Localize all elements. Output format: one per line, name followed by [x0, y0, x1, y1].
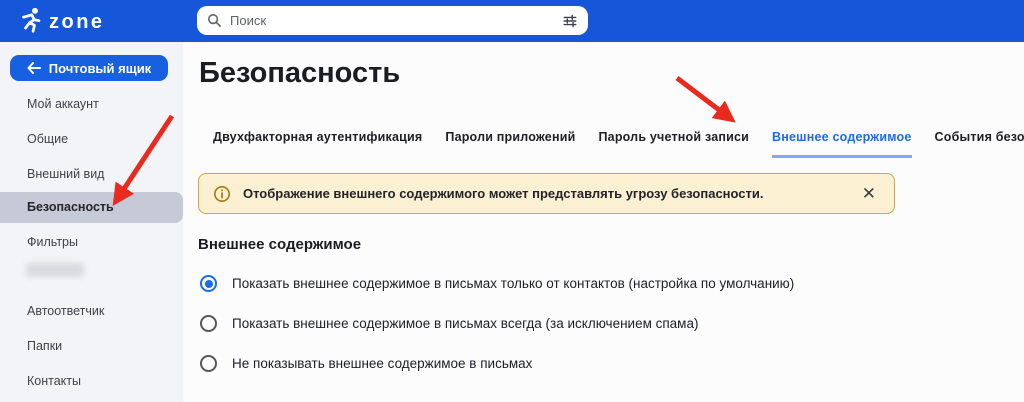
running-person-icon — [18, 7, 42, 38]
sidebar-item-appearance[interactable]: Внешний вид — [27, 166, 104, 182]
option-label: Не показывать внешнее содержимое в письм… — [232, 355, 532, 372]
brand-name: zone — [49, 12, 105, 34]
option-never-show[interactable]: Не показывать внешнее содержимое в письм… — [200, 355, 794, 372]
back-button-label: Почтовый ящик — [49, 61, 151, 76]
search-filters-icon[interactable] — [562, 13, 578, 29]
page-title: Безопасность — [199, 57, 400, 90]
settings-sidebar: Почтовый ящик Мой аккаунт Общие Внешний … — [0, 42, 183, 402]
topbar: zone — [0, 0, 1024, 42]
tab-app-passwords[interactable]: Пароли приложений — [445, 130, 575, 158]
tab-external-content[interactable]: Внешнее содержимое — [772, 130, 911, 158]
sidebar-item-general[interactable]: Общие — [27, 131, 68, 147]
sidebar-item-contacts[interactable]: Контакты — [27, 373, 81, 389]
sidebar-item-security[interactable]: Безопасность — [27, 199, 114, 215]
sidebar-item-autoresponder[interactable]: Автоответчик — [27, 303, 104, 319]
security-warning-banner: Отображение внешнего содержимого может п… — [198, 173, 895, 214]
section-title: Внешнее содержимое — [198, 236, 361, 253]
security-tabs: Двухфакторная аутентификация Пароли прил… — [213, 130, 1024, 158]
search-icon — [207, 13, 222, 28]
option-always-show[interactable]: Показать внешнее содержимое в письмах вс… — [200, 315, 794, 332]
settings-screen: zone — [0, 0, 1024, 402]
tab-two-factor[interactable]: Двухфакторная аутентификация — [213, 130, 422, 158]
option-label: Показать внешнее содержимое в письмах то… — [232, 275, 794, 292]
option-contacts-only[interactable]: Показать внешнее содержимое в письмах то… — [200, 275, 794, 292]
radio-unselected-icon[interactable] — [200, 315, 217, 332]
back-to-mailbox-button[interactable]: Почтовый ящик — [10, 55, 168, 81]
sidebar-item-redacted[interactable] — [26, 263, 84, 277]
search-bar[interactable] — [197, 6, 588, 35]
sidebar-item-folders[interactable]: Папки — [27, 338, 62, 354]
back-arrow-icon — [27, 62, 41, 74]
sidebar-item-filters[interactable]: Фильтры — [27, 234, 78, 250]
radio-selected-icon[interactable] — [200, 275, 217, 292]
option-label: Показать внешнее содержимое в письмах вс… — [232, 315, 698, 332]
tab-account-password[interactable]: Пароль учетной записи — [598, 130, 749, 158]
sidebar-item-my-account[interactable]: Мой аккаунт — [27, 96, 99, 112]
brand-logo[interactable]: zone — [18, 7, 105, 38]
external-content-options: Показать внешнее содержимое в письмах то… — [200, 275, 794, 395]
search-input[interactable] — [230, 13, 554, 28]
radio-unselected-icon[interactable] — [200, 355, 217, 372]
info-icon — [213, 185, 231, 203]
banner-text: Отображение внешнего содержимого может п… — [243, 186, 846, 201]
tab-security-events[interactable]: События безопасности — [935, 130, 1024, 158]
close-icon[interactable]: ✕ — [858, 183, 880, 204]
security-settings-panel: Безопасность Двухфакторная аутентификаци… — [183, 42, 1024, 402]
